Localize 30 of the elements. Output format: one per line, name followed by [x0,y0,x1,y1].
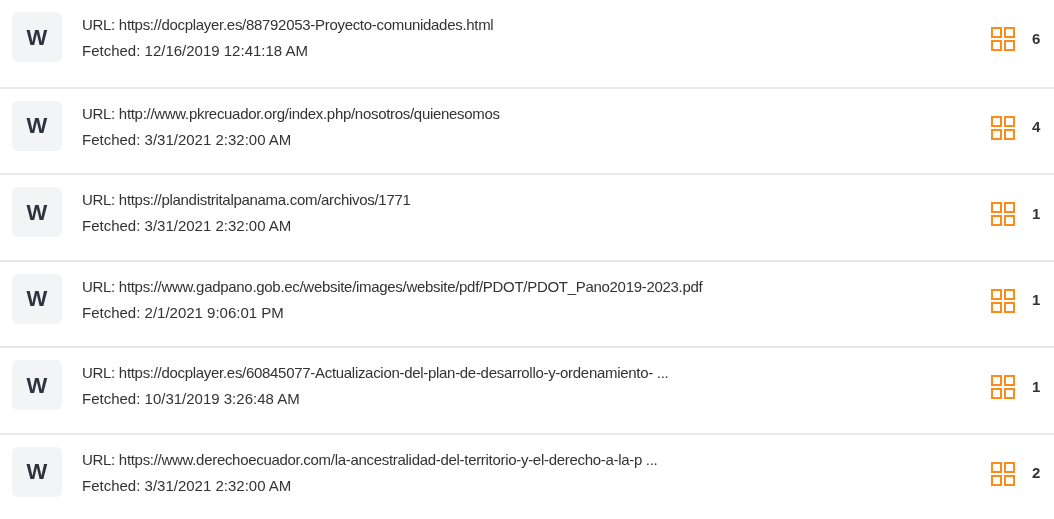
grid-icon[interactable] [990,201,1016,227]
match-count: 1 [1032,203,1042,224]
site-logo: W [12,273,62,324]
match-count: 2 [1032,463,1042,484]
match-count: 1 [1032,376,1042,397]
match-count: 1 [1032,290,1042,311]
site-logo: W [12,360,62,410]
url-text: URL: https://plandistritalpanama.com/archivos/1771 [82,190,412,210]
fetched-date: Fetched: 12/16/2019 12:41:18 AM [82,41,309,61]
url-text: URL: https://docplayer.es/88792053-Proyecto-comunidades.html [82,15,495,35]
url-text: URL: http://www.pkrecuador.org/index.php/nosotros/quienesomos [82,103,501,124]
fetched-date: Fetched: 10/31/2019 3:26:48 AM [82,389,301,409]
grid-icon[interactable] [990,460,1016,487]
site-logo: W [12,100,62,151]
grid-icon[interactable] [990,114,1016,141]
match-count: 6 [1032,28,1042,49]
fetched-date: Fetched: 2/1/2021 9:06:01 PM [82,302,285,323]
fetched-date: Fetched: 3/31/2021 2:32:00 AM [82,216,293,236]
url-text: URL: https://www.gadpano.gob.ec/website/images/website/pdf/PDOT/PDOT_Pano2019-2023.pdf [82,276,704,297]
grid-icon[interactable] [990,26,1016,52]
site-logo: W [12,187,62,237]
site-logo: W [12,12,62,62]
fetched-date: Fetched: 3/31/2021 2:32:00 AM [82,475,293,496]
grid-icon[interactable] [990,374,1016,400]
url-text: URL: https://docplayer.es/60845077-Actualizacion-del-plan-de-desarrollo-y-ordenamiento- ... [82,363,670,383]
url-text: URL: https://www.derechoecuador.com/la-ancestralidad-del-territorio-y-el-derecho-a-la-p ... [82,449,659,470]
fetched-date: Fetched: 3/31/2021 2:32:00 AM [82,129,293,150]
match-count: 4 [1032,117,1042,138]
grid-icon[interactable] [990,287,1016,314]
site-logo: W [12,446,62,497]
